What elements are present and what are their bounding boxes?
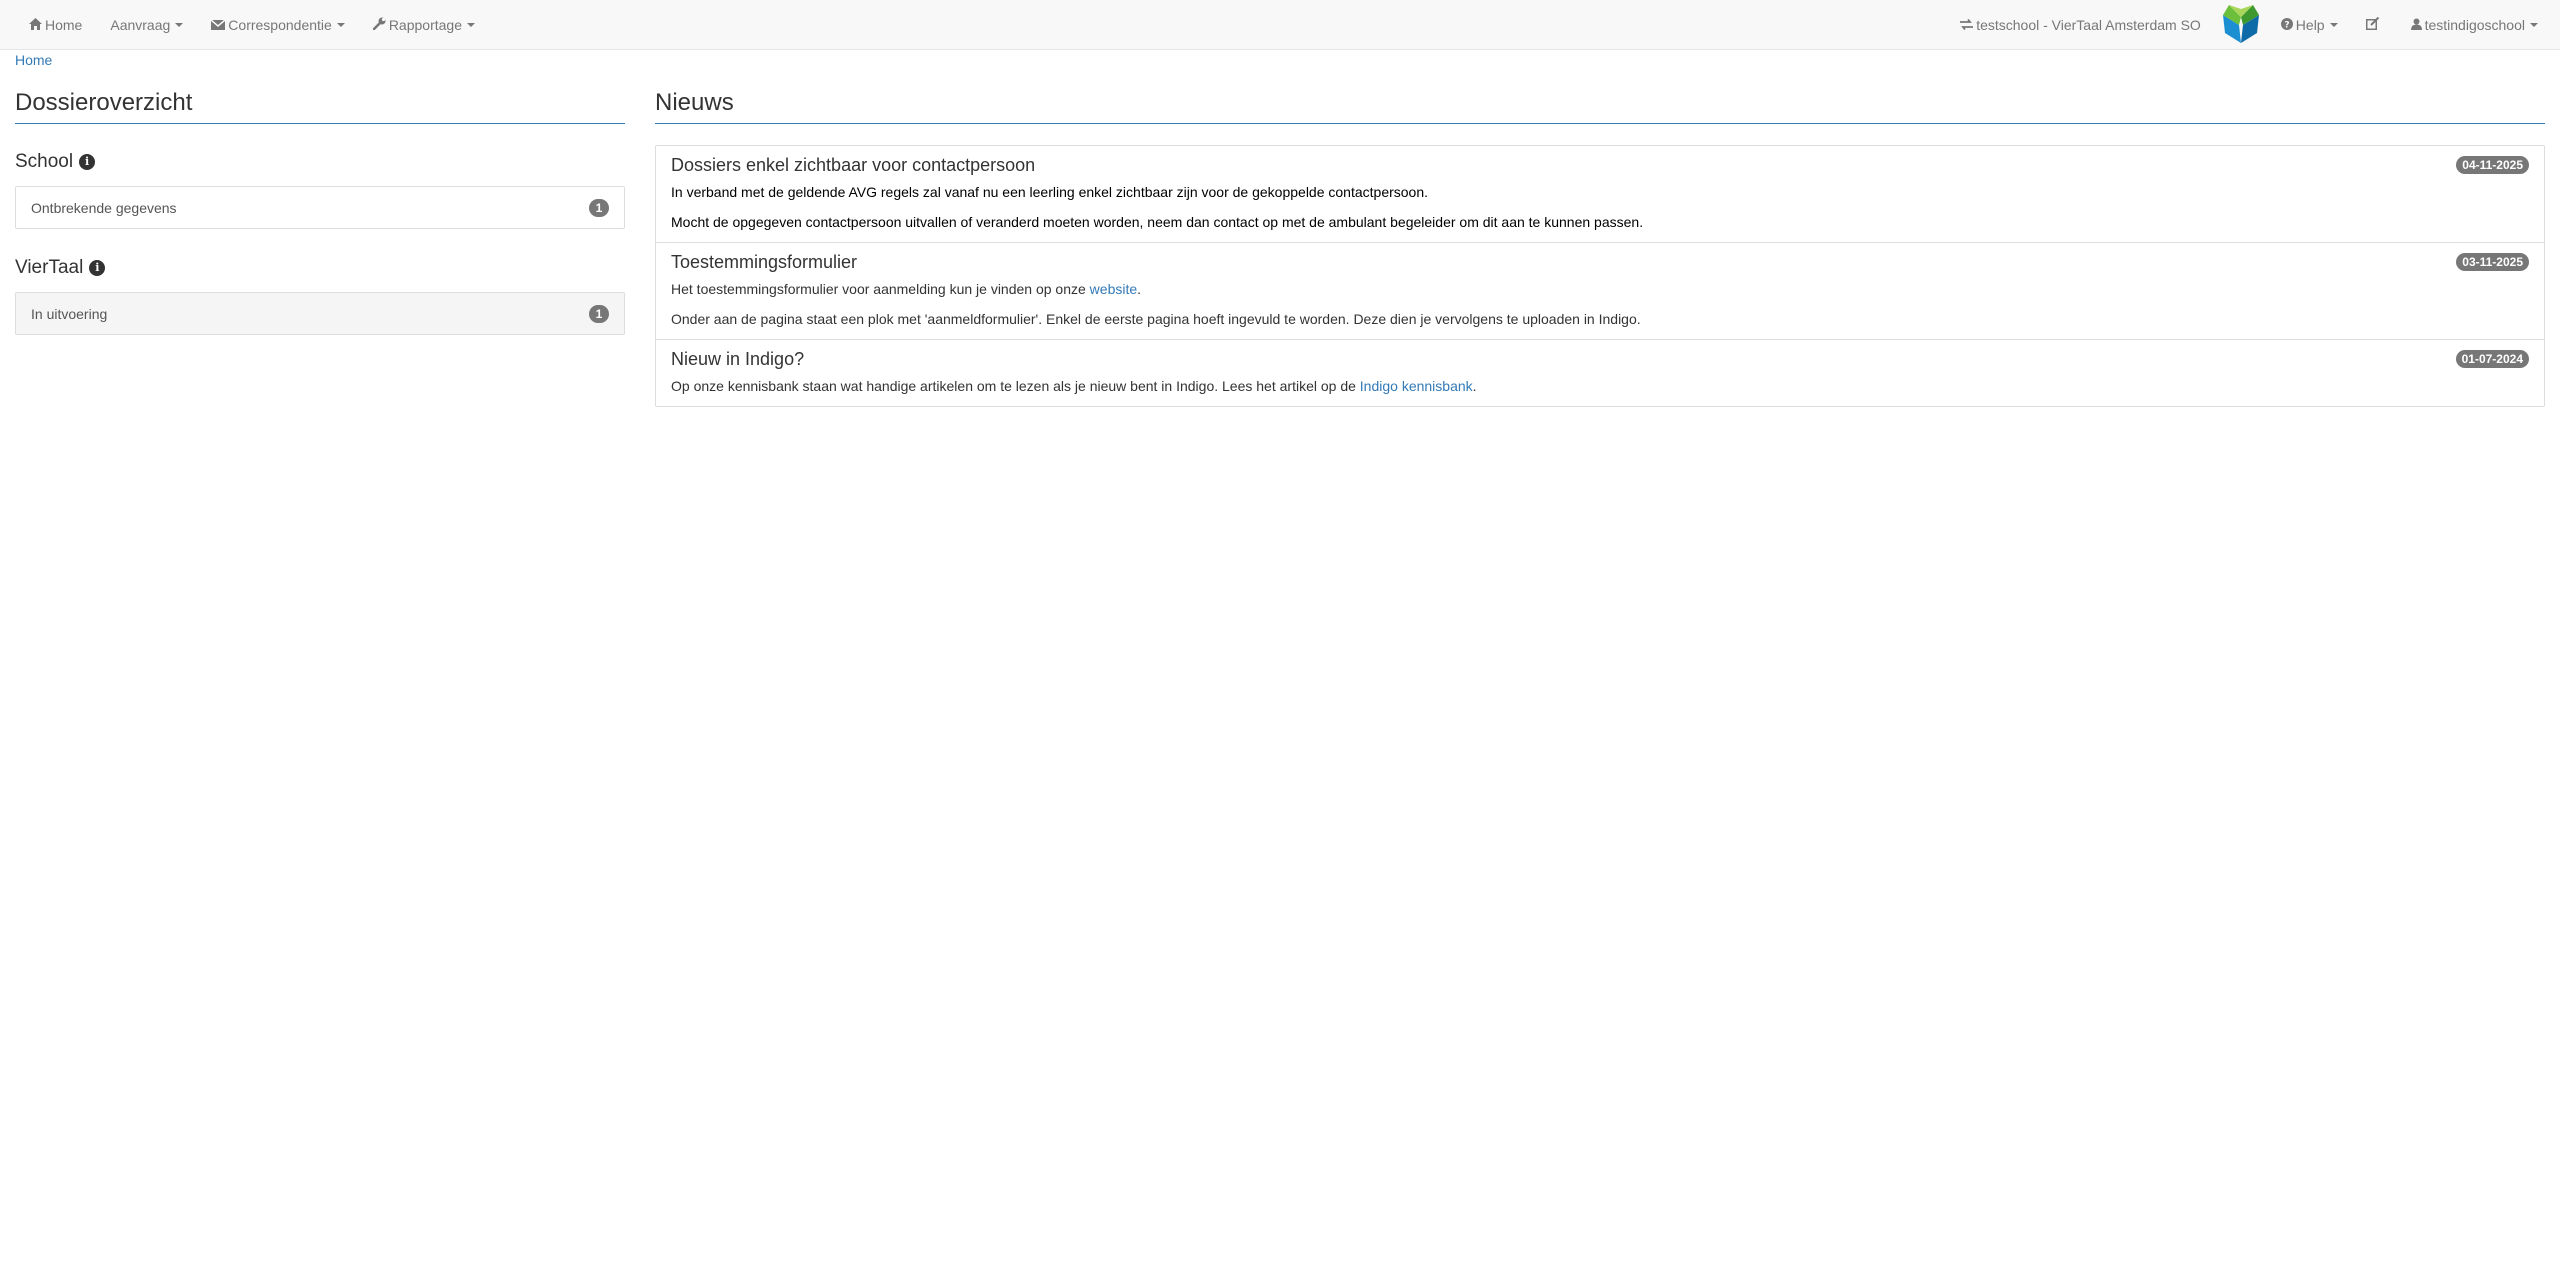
school-switch-label: testschool - VierTaal Amsterdam SO xyxy=(1976,17,2201,33)
news-item-title: Toestemmingsformulier xyxy=(671,252,858,272)
count-badge: 1 xyxy=(589,304,609,323)
news-item-title: Nieuw in Indigo? xyxy=(671,349,805,369)
nav-left: Home Aanvraag Correspondentie Rapportage xyxy=(15,0,489,50)
news-item-text: Mocht de opgegeven contactpersoon uitval… xyxy=(671,214,1644,230)
nav-aanvraag-label: Aanvraag xyxy=(110,17,171,33)
nav-correspondentie[interactable]: Correspondentie xyxy=(197,0,359,50)
group-school-title: School i xyxy=(15,150,625,174)
count-badge: 1 xyxy=(589,198,609,217)
list-item-label: In uitvoering xyxy=(31,305,108,322)
nav-home-label: Home xyxy=(45,17,83,33)
nav-help-label: Help xyxy=(2295,17,2325,33)
nav-rapportage-label: Rapportage xyxy=(388,17,462,33)
news-item-title: Dossiers enkel zichtbaar voor contactper… xyxy=(671,155,1036,175)
nav-rapportage[interactable]: Rapportage xyxy=(359,0,489,50)
caret-down-icon xyxy=(336,23,345,27)
edit-icon xyxy=(2365,16,2380,33)
nav-user[interactable]: testindigoschool xyxy=(2397,0,2552,50)
news-item: Toestemmingsformulier 03-11-2025 Het toe… xyxy=(656,243,2544,340)
news-text-part: Op onze kennisbank staan wat handige art… xyxy=(671,378,1360,394)
nav-right: testschool - VierTaal Amsterdam SO ? Hel… xyxy=(1946,0,2552,50)
caret-down-icon xyxy=(2329,23,2338,27)
nav-edit[interactable] xyxy=(2352,0,2397,50)
envelope-icon xyxy=(210,18,226,33)
news-item-text: Op onze kennisbank staan wat handige art… xyxy=(671,376,2529,396)
news-item-text: Het toestemmingsformulier voor aanmeldin… xyxy=(671,279,2529,299)
news-item: Nieuw in Indigo? 01-07-2024 Op onze kenn… xyxy=(656,340,2544,406)
dossier-overview: Dossieroverzicht School i Ontbrekende ge… xyxy=(15,70,625,335)
nav-home[interactable]: Home xyxy=(15,0,96,50)
group-viertaal-label: VierTaal xyxy=(15,257,84,278)
date-badge: 01-07-2024 xyxy=(2455,350,2529,368)
news-item-text: Onder aan de pagina staat een plok met '… xyxy=(671,311,1641,327)
news-item: Dossiers enkel zichtbaar voor contactper… xyxy=(656,146,2544,243)
news-title: Nieuws xyxy=(655,88,2545,124)
group-school-label: School xyxy=(15,151,74,172)
caret-down-icon xyxy=(2530,23,2538,27)
caret-down-icon xyxy=(466,23,475,27)
list-item-label: Ontbrekende gegevens xyxy=(31,199,177,216)
home-icon xyxy=(29,17,42,33)
date-badge: 04-11-2025 xyxy=(2456,156,2529,174)
wrench-icon xyxy=(372,17,386,33)
breadcrumb-home[interactable]: Home xyxy=(15,50,52,70)
news-text-part: . xyxy=(1137,281,1142,297)
nav-help[interactable]: ? Help xyxy=(2267,0,2352,50)
viertaal-leaf-logo xyxy=(2215,0,2267,50)
nav-correspondentie-label: Correspondentie xyxy=(228,17,332,33)
website-link[interactable]: website xyxy=(1090,281,1137,297)
top-navbar: Home Aanvraag Correspondentie Rapportage xyxy=(0,0,2560,50)
list-item-ontbrekende-gegevens[interactable]: Ontbrekende gegevens 1 xyxy=(15,186,625,229)
caret-down-icon xyxy=(175,23,184,27)
kennisbank-link[interactable]: Indigo kennisbank xyxy=(1360,378,1473,394)
info-icon[interactable]: i xyxy=(79,154,96,170)
news-text-part: . xyxy=(1472,378,1477,394)
dossier-title: Dossieroverzicht xyxy=(15,88,625,124)
news-item-text: In verband met de geldende AVG regels za… xyxy=(671,184,1429,200)
exchange-icon xyxy=(1960,18,1974,33)
news-text-part: Het toestemmingsformulier voor aanmeldin… xyxy=(671,281,1090,297)
nav-user-label: testindigoschool xyxy=(2424,17,2525,33)
group-viertaal-title: VierTaal i xyxy=(15,256,625,280)
news-list: Dossiers enkel zichtbaar voor contactper… xyxy=(655,145,2545,407)
user-icon xyxy=(2410,18,2422,33)
info-icon[interactable]: i xyxy=(89,260,106,276)
question-circle-icon: ? xyxy=(2280,17,2293,33)
svg-text:?: ? xyxy=(2284,20,2289,30)
school-switch[interactable]: testschool - VierTaal Amsterdam SO xyxy=(1946,0,2215,50)
nav-aanvraag[interactable]: Aanvraag xyxy=(96,0,197,50)
news-section: Nieuws Dossiers enkel zichtbaar voor con… xyxy=(655,70,2545,407)
date-badge: 03-11-2025 xyxy=(2456,253,2529,271)
list-item-in-uitvoering[interactable]: In uitvoering 1 xyxy=(15,292,625,335)
